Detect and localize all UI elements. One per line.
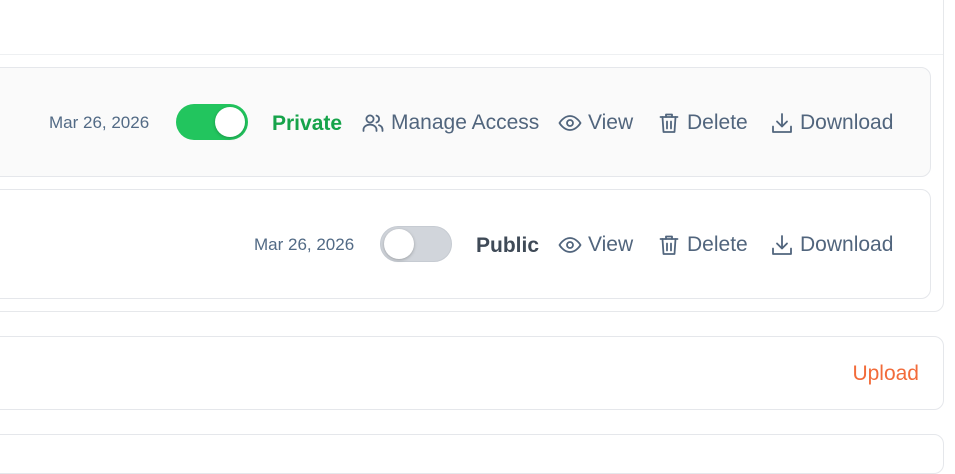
users-icon: [362, 114, 384, 132]
delete-label: Delete: [687, 111, 748, 134]
download-icon: [772, 235, 792, 255]
next-card: [0, 434, 944, 474]
panel-divider: [0, 54, 943, 55]
eye-icon: [558, 115, 582, 131]
delete-button[interactable]: Delete: [657, 111, 748, 135]
file-date: Mar 26, 2026: [49, 113, 150, 132]
toggle-knob: [215, 107, 245, 137]
visibility-toggle[interactable]: [176, 104, 248, 140]
download-button[interactable]: Download: [770, 111, 893, 135]
status-label: Private: [272, 112, 343, 135]
trash-icon: [659, 235, 679, 255]
download-icon: [772, 113, 792, 133]
visibility-toggle[interactable]: [380, 226, 452, 262]
toggle-knob: [384, 229, 414, 259]
file-date: Mar 26, 2026: [254, 235, 355, 254]
view-button[interactable]: View: [558, 233, 633, 257]
delete-button[interactable]: Delete: [657, 233, 748, 257]
delete-label: Delete: [687, 233, 748, 256]
trash-icon: [659, 113, 679, 133]
view-label: View: [588, 233, 634, 256]
upload-button[interactable]: Upload: [852, 362, 919, 386]
status-label: Public: [476, 234, 540, 257]
download-button[interactable]: Download: [770, 233, 893, 257]
manage-access-button[interactable]: Manage Access: [361, 111, 539, 135]
view-label: View: [588, 111, 634, 134]
eye-icon: [558, 237, 582, 253]
download-label: Download: [800, 233, 894, 256]
download-label: Download: [800, 111, 894, 134]
upload-card: Upload: [0, 336, 944, 410]
view-button[interactable]: View: [558, 111, 633, 135]
manage-access-label: Manage Access: [391, 111, 540, 134]
